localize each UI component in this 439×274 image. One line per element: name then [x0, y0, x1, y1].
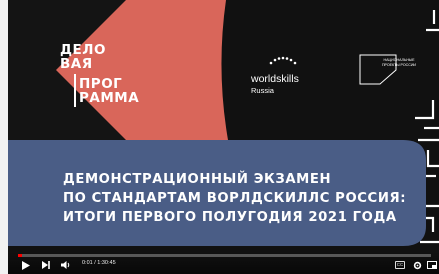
- slide-title: ДЕМОНСТРАЦИОННЫЙ ЭКЗАМЕН ПО СТАНДАРТАМ В…: [63, 170, 406, 227]
- progress-bar[interactable]: [18, 254, 431, 257]
- next-button[interactable]: [40, 258, 52, 272]
- settings-icon: [413, 261, 421, 269]
- logo-line-2: ВАЯ: [60, 56, 93, 72]
- next-icon: [42, 261, 50, 269]
- play-icon: [22, 260, 30, 270]
- logo-divider: [74, 74, 76, 107]
- miniplayer-button[interactable]: [426, 258, 438, 272]
- volume-button[interactable]: [60, 258, 72, 272]
- national-projects-label: НАЦИОНАЛЬНЫЕ ПРОЕКТЫ РОССИИ: [381, 58, 417, 67]
- worldskills-sub: Russia: [251, 86, 274, 95]
- worldskills-name: worldskills: [251, 73, 299, 85]
- subtitles-button[interactable]: CC: [394, 258, 406, 272]
- title-line-2: ПО СТАНДАРТАМ ВОРЛДСКИЛЛС РОССИЯ:: [63, 191, 407, 206]
- logo-line-1: ДЕЛО: [60, 42, 106, 58]
- miniplayer-icon: [427, 261, 437, 269]
- worldskills-logo: worldskills Russia: [251, 65, 321, 97]
- title-line-1: ДЕМОНСТРАЦИОННЫЙ ЭКЗАМЕН: [63, 172, 332, 187]
- title-line-3: ИТОГИ ПЕРВОГО ПОЛУГОДИЯ 2021 ГОДА: [63, 210, 397, 225]
- progress-fill: [18, 254, 23, 257]
- volume-icon: [61, 261, 70, 269]
- video-player[interactable]: ДЕЛО ВАЯ ПРОГ РАММА worldskills Russia Н…: [8, 0, 439, 274]
- logo-line-3: ПРОГ: [79, 76, 123, 92]
- time-display: 0:01 / 1:30:45: [82, 260, 116, 266]
- delovaya-programma-logo: ДЕЛО ВАЯ ПРОГ РАММА: [60, 43, 140, 111]
- settings-button[interactable]: [411, 258, 423, 272]
- logo-line-4: РАММА: [79, 90, 140, 106]
- play-button[interactable]: [20, 258, 32, 272]
- subtitles-icon: CC: [394, 261, 406, 269]
